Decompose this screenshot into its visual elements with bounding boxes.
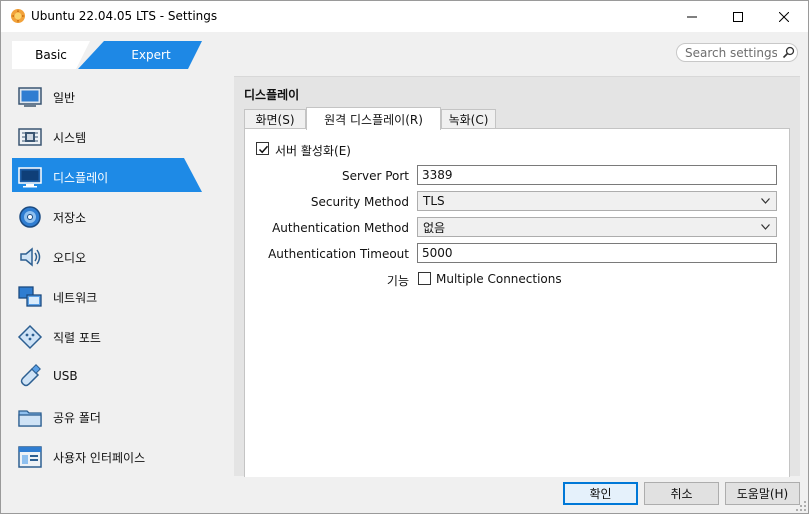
sidebar-item-label: 네트워크 xyxy=(53,291,98,305)
resize-grip-icon[interactable] xyxy=(795,500,807,512)
sidebar-item-serial-port[interactable]: 직렬 포트 xyxy=(12,318,212,354)
network-icon xyxy=(18,286,42,307)
chevron-down-icon xyxy=(761,198,770,204)
search-box xyxy=(676,43,798,62)
system-chip-icon xyxy=(18,128,42,146)
tab-remote-display[interactable]: 원격 디스플레이(R) xyxy=(306,107,441,130)
audio-speaker-icon xyxy=(20,247,41,267)
remote-display-tab-content: 서버 활성화(E) Server Port 3389 Security Meth… xyxy=(244,128,790,477)
window-title: Ubuntu 22.04.05 LTS - Settings xyxy=(31,9,218,23)
page-title: 디스플레이 xyxy=(244,88,300,102)
auth-method-select[interactable]: 없음 xyxy=(417,217,777,237)
virtualbox-app-icon xyxy=(11,9,25,23)
close-button[interactable] xyxy=(761,1,807,32)
security-method-select[interactable]: TLS xyxy=(417,191,777,211)
title-bar: Ubuntu 22.04.05 LTS - Settings xyxy=(1,1,808,32)
maximize-icon xyxy=(733,11,743,22)
serial-port-icon xyxy=(17,324,43,350)
enable-server-checkbox[interactable] xyxy=(256,142,269,155)
sidebar-item-usb[interactable]: USB xyxy=(12,358,212,394)
server-port-label: Server Port xyxy=(342,169,409,183)
sidebar-item-label: 사용자 인터페이스 xyxy=(53,451,146,465)
auth-timeout-field[interactable]: 5000 xyxy=(417,243,777,263)
sidebar-item-general[interactable]: 일반 xyxy=(12,78,212,114)
usb-icon xyxy=(20,364,41,387)
shared-folder-icon xyxy=(18,410,42,427)
tab-recording[interactable]: 녹화(C) xyxy=(441,109,496,129)
cancel-button[interactable]: 취소 xyxy=(644,482,719,505)
sidebar-item-audio[interactable]: 오디오 xyxy=(12,238,212,274)
sidebar-item-label: 시스템 xyxy=(53,131,87,145)
minimize-button[interactable] xyxy=(669,1,715,32)
basic-mode-button[interactable]: Basic xyxy=(12,41,90,69)
multiple-connections-checkbox[interactable] xyxy=(418,272,431,285)
security-method-value: TLS xyxy=(423,194,445,208)
close-icon xyxy=(779,11,789,22)
search-input[interactable] xyxy=(685,45,777,60)
sidebar-item-label: 일반 xyxy=(53,91,76,105)
sidebar-item-label: 오디오 xyxy=(53,251,87,265)
sidebar-item-label: USB xyxy=(53,369,78,383)
security-method-label: Security Method xyxy=(310,195,409,209)
tab-screen[interactable]: 화면(S) xyxy=(244,109,306,129)
sidebar-item-label: 디스플레이 xyxy=(53,171,109,185)
chevron-down-icon xyxy=(761,224,770,230)
sidebar-item-label: 직렬 포트 xyxy=(53,331,101,345)
expert-mode-button[interactable]: Expert xyxy=(104,41,198,69)
user-interface-icon xyxy=(18,446,42,468)
search-icon xyxy=(782,46,795,59)
sidebar-item-network[interactable]: 네트워크 xyxy=(12,278,212,314)
ok-button[interactable]: 확인 xyxy=(563,482,638,505)
auth-timeout-label: Authentication Timeout xyxy=(268,247,409,261)
sidebar-item-user-interface[interactable]: 사용자 인터페이스 xyxy=(12,438,212,474)
checkmark-icon xyxy=(258,145,269,154)
help-button[interactable]: 도움말(H) xyxy=(725,482,800,505)
auth-method-value: 없음 xyxy=(423,220,446,235)
features-label: 기능 xyxy=(386,274,409,288)
settings-sidebar: 일반 시스템 디스플레이 저장소 오디오 네트워크 직렬 포트 USB 공유 폴… xyxy=(12,76,212,476)
multiple-connections-label: Multiple Connections xyxy=(436,272,562,286)
storage-disk-icon xyxy=(19,206,41,228)
server-port-field[interactable]: 3389 xyxy=(417,165,777,185)
sidebar-item-label: 공유 폴더 xyxy=(53,411,101,425)
minimize-icon xyxy=(687,16,697,17)
display-monitor-icon xyxy=(18,167,42,188)
sidebar-item-shared-folder[interactable]: 공유 폴더 xyxy=(12,398,212,434)
sidebar-item-label: 저장소 xyxy=(53,211,87,225)
sidebar-item-system[interactable]: 시스템 xyxy=(12,118,212,154)
maximize-button[interactable] xyxy=(715,1,761,32)
general-icon xyxy=(18,87,42,107)
display-settings-panel: 디스플레이 화면(S) 원격 디스플레이(R) 녹화(C) 서버 활성화(E) … xyxy=(234,76,800,477)
settings-window: Ubuntu 22.04.05 LTS - Settings Basic Exp… xyxy=(0,0,809,514)
sidebar-item-storage[interactable]: 저장소 xyxy=(12,198,212,234)
mode-switch: Basic Expert xyxy=(12,41,202,69)
enable-server-label: 서버 활성화(E) xyxy=(275,144,351,158)
auth-method-label: Authentication Method xyxy=(272,221,409,235)
sidebar-item-display[interactable]: 디스플레이 xyxy=(12,158,212,194)
